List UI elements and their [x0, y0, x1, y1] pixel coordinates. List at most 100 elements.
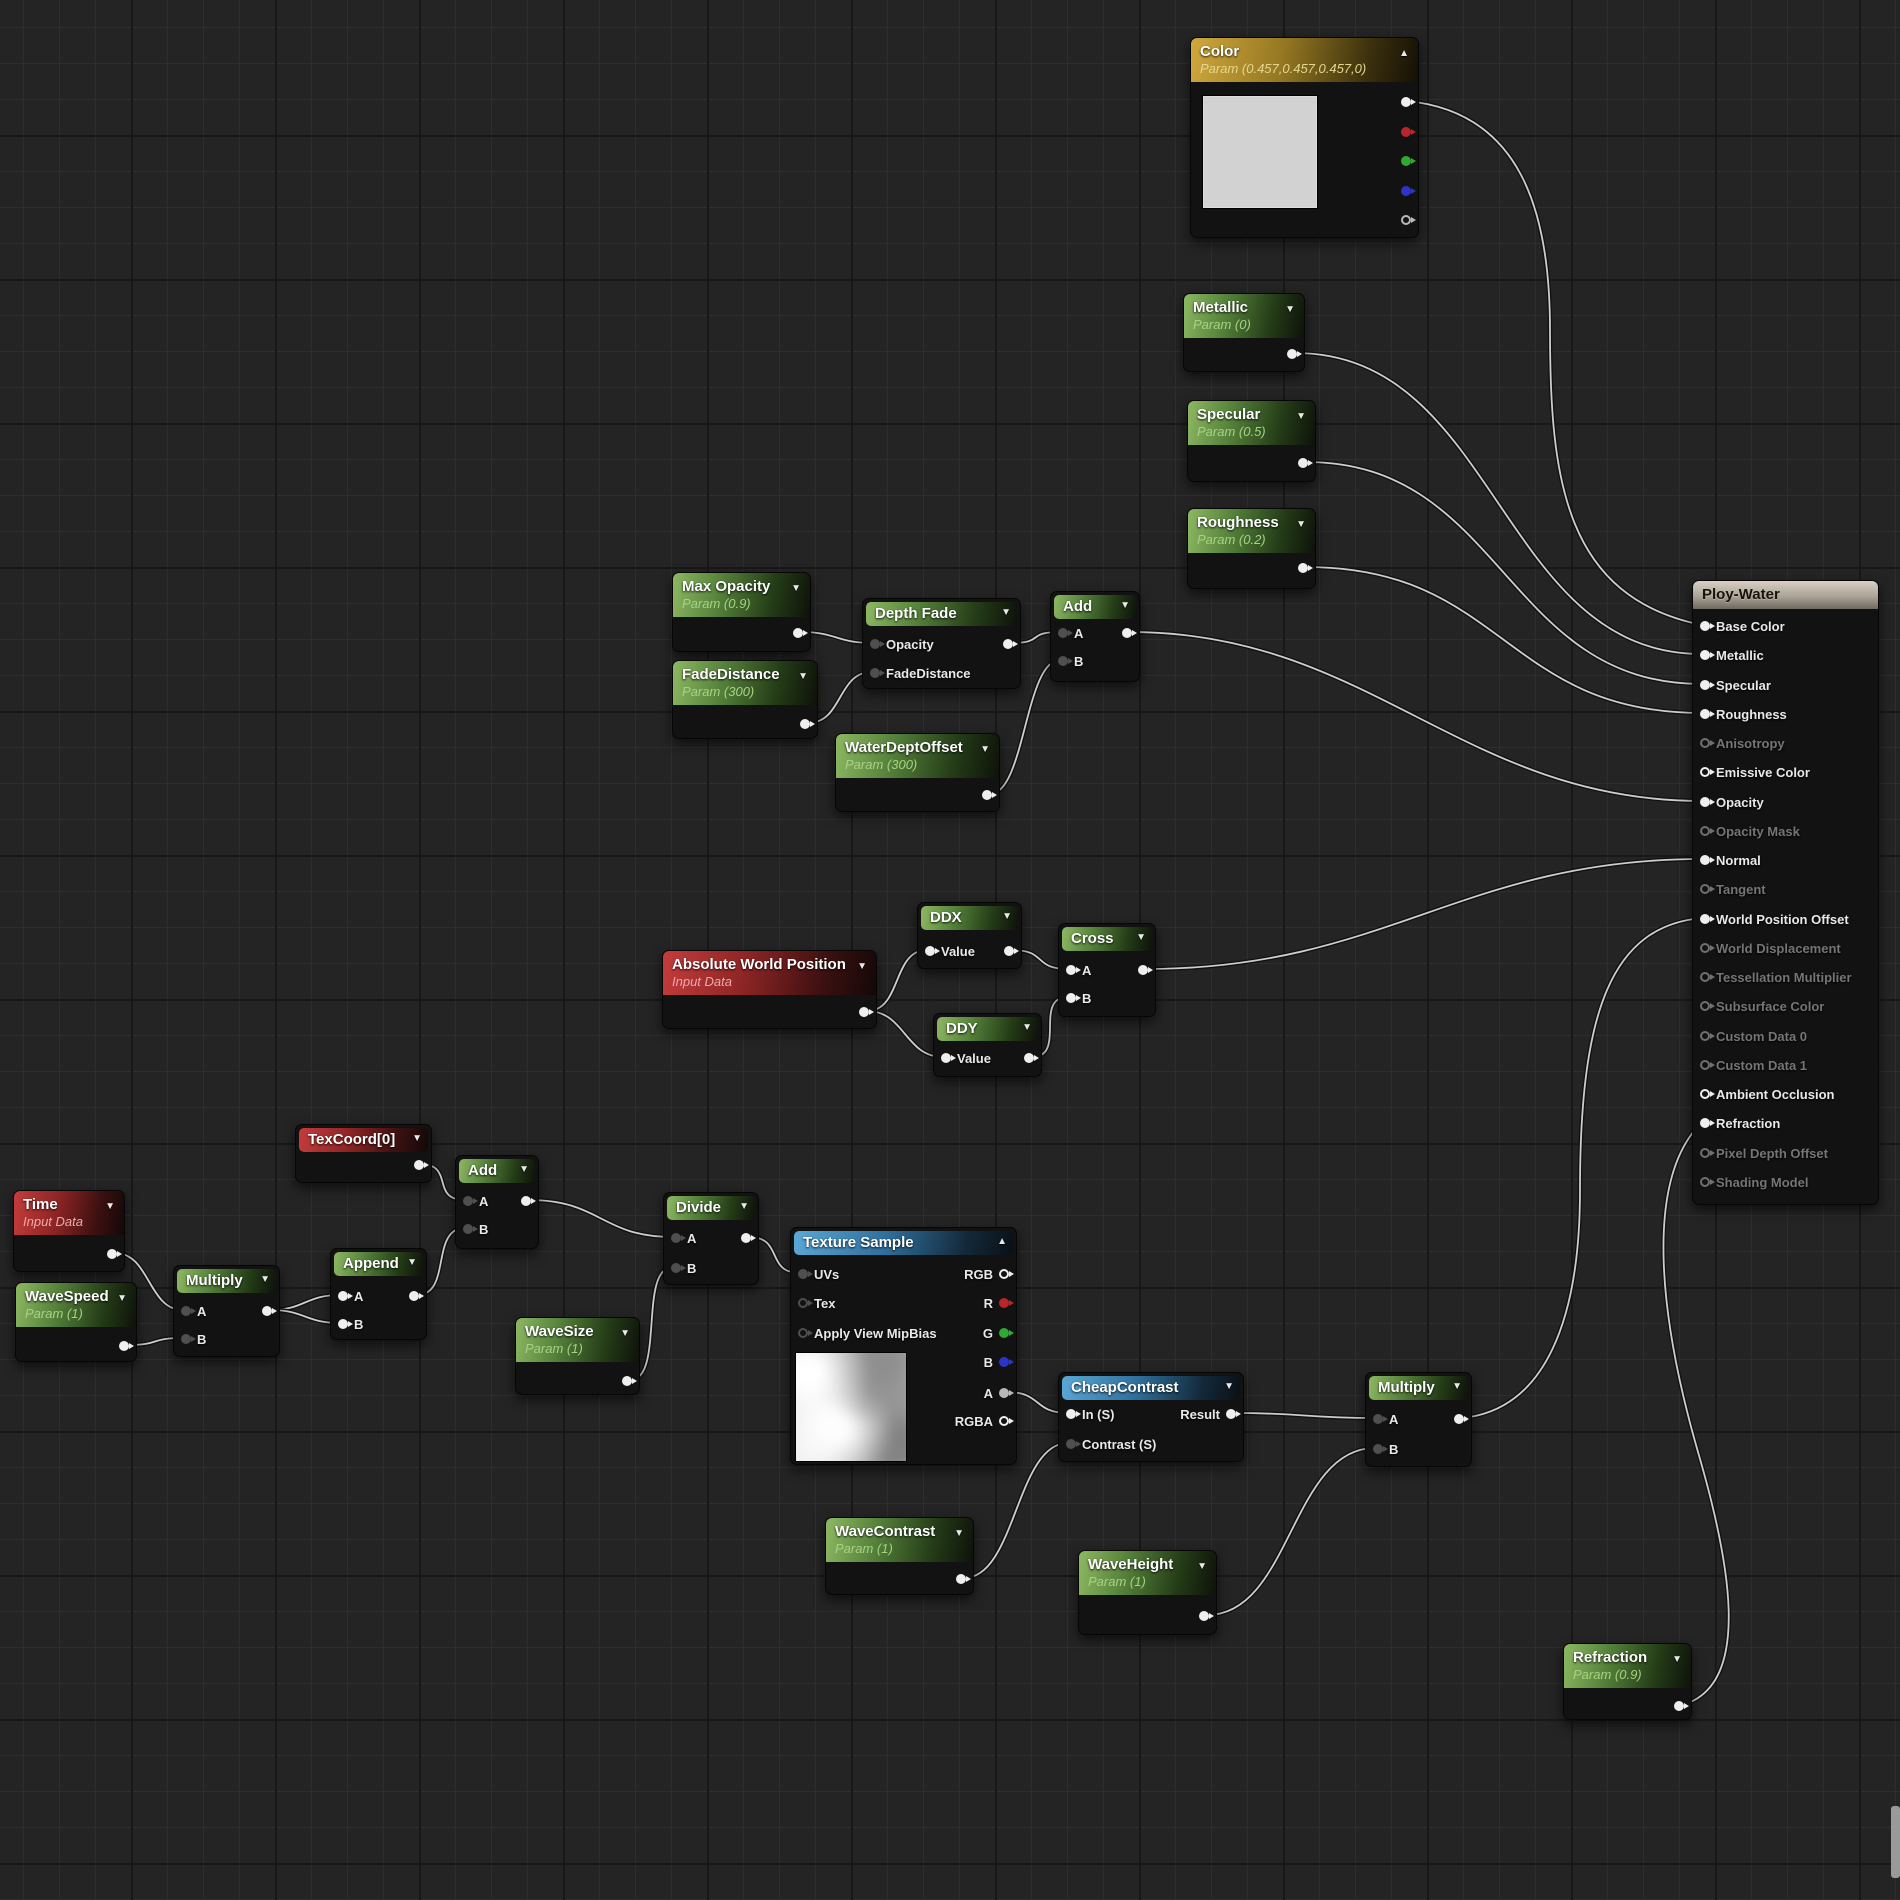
collapse-down-icon[interactable]: ▼ — [620, 1328, 630, 1339]
a-pin[interactable] — [671, 1233, 686, 1243]
a-pin[interactable] — [999, 1388, 1014, 1398]
tessellation-multiplier-pin[interactable] — [1700, 972, 1715, 982]
collapse-down-icon[interactable]: ▼ — [1001, 607, 1011, 618]
custom-data-0-pin[interactable] — [1700, 1031, 1715, 1041]
output-pin[interactable] — [1138, 965, 1153, 975]
output-pin[interactable] — [1003, 639, 1018, 649]
opacity-mask-pin[interactable] — [1700, 826, 1715, 836]
output-pin[interactable] — [1004, 946, 1019, 956]
world-position-offset-pin[interactable] — [1700, 914, 1715, 924]
a-pin[interactable] — [181, 1306, 196, 1316]
node-texcoord-0[interactable]: TexCoord[0] ▼ — [295, 1124, 432, 1183]
output-pin[interactable] — [1298, 458, 1313, 468]
anisotropy-pin[interactable] — [1700, 738, 1715, 748]
node-metallic[interactable]: Metallic Param (0) ▼ — [1183, 293, 1305, 372]
output-pin[interactable] — [409, 1291, 424, 1301]
b-pin[interactable] — [671, 1263, 686, 1273]
collapse-down-icon[interactable]: ▼ — [798, 671, 808, 682]
in-s-pin[interactable] — [1066, 1409, 1081, 1419]
output-pin[interactable] — [859, 1007, 874, 1017]
node-cheap-contrast[interactable]: CheapContrast ▼ In (S) Contrast (S) Result — [1058, 1372, 1244, 1462]
a-pin[interactable] — [1373, 1414, 1388, 1424]
output-pin[interactable] — [521, 1196, 536, 1206]
roughness-pin[interactable] — [1700, 709, 1715, 719]
node-divide[interactable]: Divide ▼ A B — [663, 1192, 759, 1285]
uvs-pin[interactable] — [798, 1269, 813, 1279]
collapse-down-icon[interactable]: ▼ — [954, 1528, 964, 1539]
subsurface-color-pin[interactable] — [1700, 1001, 1715, 1011]
node-wave-size[interactable]: WaveSize Param (1) ▼ — [515, 1317, 640, 1395]
b-pin[interactable] — [1066, 993, 1081, 1003]
node-cross[interactable]: Cross ▼ A B — [1058, 923, 1156, 1017]
node-add-uv[interactable]: Add ▼ A B — [455, 1155, 539, 1249]
world-displacement-pin[interactable] — [1700, 943, 1715, 953]
collapse-down-icon[interactable]: ▼ — [980, 744, 990, 755]
output-pin[interactable] — [1401, 186, 1416, 196]
fadedistance-pin[interactable] — [870, 668, 885, 678]
output-pin[interactable] — [1401, 215, 1416, 225]
collapse-down-icon[interactable]: ▼ — [1002, 911, 1012, 922]
tex-pin[interactable] — [798, 1298, 813, 1308]
g-pin[interactable] — [999, 1328, 1014, 1338]
output-pin[interactable] — [1401, 127, 1416, 137]
collapse-up-icon[interactable]: ▲ — [997, 1236, 1007, 1247]
output-pin[interactable] — [107, 1249, 122, 1259]
collapse-down-icon[interactable]: ▼ — [1224, 1381, 1234, 1392]
base-color-pin[interactable] — [1700, 621, 1715, 631]
collapse-down-icon[interactable]: ▼ — [260, 1274, 270, 1285]
ambient-occlusion-pin[interactable] — [1700, 1089, 1715, 1099]
b-pin[interactable] — [999, 1357, 1014, 1367]
node-max-opacity[interactable]: Max Opacity Param (0.9) ▼ — [672, 572, 811, 652]
output-pin[interactable] — [622, 1376, 637, 1386]
node-wave-speed[interactable]: WaveSpeed Param (1) ▼ — [15, 1282, 137, 1362]
node-wave-height[interactable]: WaveHeight Param (1) ▼ — [1078, 1550, 1217, 1635]
vertical-scrollbar-thumb[interactable] — [1891, 1806, 1900, 1878]
a-pin[interactable] — [338, 1291, 353, 1301]
output-pin[interactable] — [1122, 628, 1137, 638]
rgba-pin[interactable] — [999, 1416, 1014, 1426]
a-pin[interactable] — [1066, 965, 1081, 975]
output-pin[interactable] — [793, 628, 808, 638]
collapse-down-icon[interactable]: ▼ — [739, 1201, 749, 1212]
node-add-opacity[interactable]: Add ▼ A B — [1050, 591, 1140, 682]
graph-canvas[interactable]: Color Param (0.457,0.457,0.457,0) ▲ Metalli… — [0, 0, 1900, 1900]
b-pin[interactable] — [338, 1319, 353, 1329]
contrast-s-pin[interactable] — [1066, 1439, 1081, 1449]
a-pin[interactable] — [1058, 628, 1073, 638]
result-pin[interactable] — [1226, 1409, 1241, 1419]
normal-pin[interactable] — [1700, 855, 1715, 865]
r-pin[interactable] — [999, 1298, 1014, 1308]
node-ddx[interactable]: DDX ▼ Value — [917, 902, 1022, 969]
node-ddy[interactable]: DDY ▼ Value — [933, 1013, 1042, 1077]
b-pin[interactable] — [463, 1224, 478, 1234]
output-pin[interactable] — [1199, 1611, 1214, 1621]
collapse-down-icon[interactable]: ▼ — [857, 961, 867, 972]
collapse-down-icon[interactable]: ▼ — [105, 1201, 115, 1212]
rgb-pin[interactable] — [999, 1269, 1014, 1279]
output-pin[interactable] — [414, 1160, 429, 1170]
node-time[interactable]: Time Input Data ▼ — [13, 1190, 125, 1272]
output-pin[interactable] — [1287, 349, 1302, 359]
node-texture-sample[interactable]: Texture Sample ▲ UVs Tex Apply View MipBias R… — [790, 1227, 1017, 1465]
collapse-down-icon[interactable]: ▼ — [519, 1164, 529, 1175]
shading-model-pin[interactable] — [1700, 1177, 1715, 1187]
node-multiply-time[interactable]: Multiply ▼ A B — [173, 1265, 280, 1357]
b-pin[interactable] — [181, 1334, 196, 1344]
pixel-depth-offset-pin[interactable] — [1700, 1148, 1715, 1158]
output-pin[interactable] — [982, 790, 997, 800]
specular-pin[interactable] — [1700, 680, 1715, 690]
node-roughness[interactable]: Roughness Param (0.2) ▼ — [1187, 508, 1316, 589]
b-pin[interactable] — [1373, 1444, 1388, 1454]
apply-view-mipbias-pin[interactable] — [798, 1328, 813, 1338]
node-color[interactable]: Color Param (0.457,0.457,0.457,0) ▲ — [1190, 37, 1419, 238]
node-refraction-param[interactable]: Refraction Param (0.9) ▼ — [1563, 1643, 1692, 1720]
node-wave-contrast[interactable]: WaveContrast Param (1) ▼ — [825, 1517, 974, 1595]
collapse-down-icon[interactable]: ▼ — [1296, 519, 1306, 530]
node-specular[interactable]: Specular Param (0.5) ▼ — [1187, 400, 1316, 482]
a-pin[interactable] — [463, 1196, 478, 1206]
output-pin[interactable] — [1674, 1701, 1689, 1711]
output-pin[interactable] — [1401, 97, 1416, 107]
emissive-color-pin[interactable] — [1700, 767, 1715, 777]
output-pin[interactable] — [741, 1233, 756, 1243]
collapse-down-icon[interactable]: ▼ — [1285, 304, 1295, 315]
